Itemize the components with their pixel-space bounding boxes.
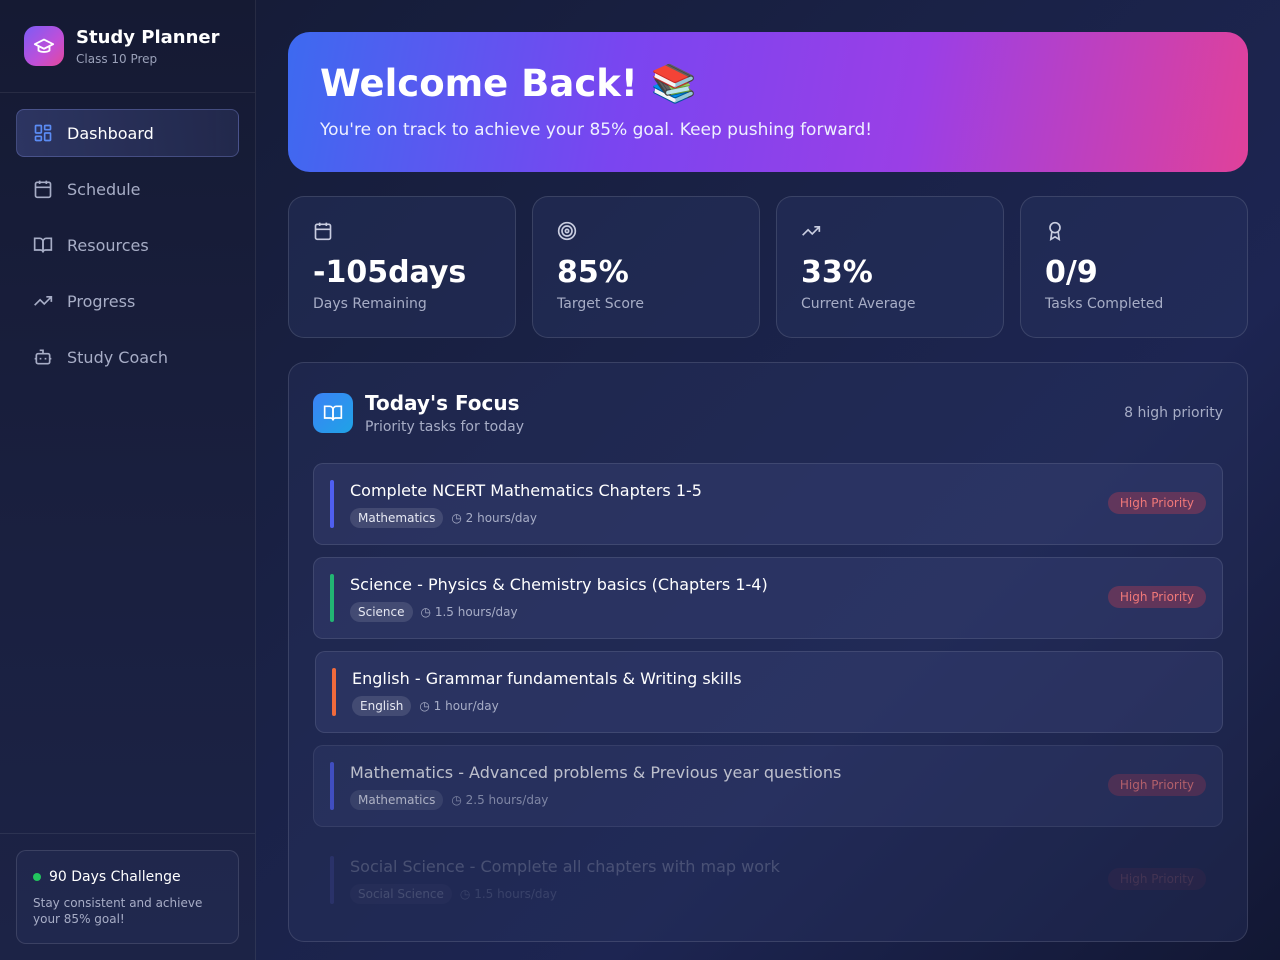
- nav-label: Dashboard: [67, 123, 154, 143]
- stat-label: Tasks Completed: [1045, 296, 1164, 312]
- sidebar-footer: 90 Days Challenge Stay consistent and ac…: [0, 833, 255, 960]
- clock-icon: ◷: [420, 604, 435, 619]
- sidebar: Study Planner Class 10 Prep Dashboard Sc…: [0, 0, 256, 960]
- stat-value: 33%: [801, 255, 873, 290]
- task-time: 1.5 hours/day: [434, 604, 518, 619]
- task-title: Complete NCERT Mathematics Chapters 1-5: [350, 480, 702, 500]
- welcome-banner: Welcome Back! 📚 You're on track to achie…: [288, 32, 1248, 172]
- welcome-subtitle: You're on track to achieve your 85% goal…: [320, 120, 873, 140]
- subject-tag: Social Science: [350, 884, 452, 904]
- sidebar-nav: Dashboard Schedule Resources Progress St…: [0, 93, 255, 405]
- main-content: Welcome Back! 📚 You're on track to achie…: [288, 32, 1248, 942]
- subject-color-bar: [330, 574, 334, 622]
- nav-label: Schedule: [67, 179, 141, 199]
- subject-tag: English: [352, 695, 412, 716]
- nav-label: Progress: [67, 291, 136, 311]
- task-time: 2 hours/day: [465, 510, 537, 525]
- graduation-cap-icon: [24, 26, 64, 66]
- nav-label: Resources: [67, 235, 149, 255]
- priority-count: 8 high priority: [1124, 405, 1223, 421]
- stat-value: 85%: [557, 255, 629, 290]
- award-icon: [1049, 221, 1061, 241]
- task-title: Mathematics - Advanced problems & Previo…: [350, 762, 842, 782]
- stat-target-score: 85% Target Score: [532, 196, 760, 338]
- stat-value: 0/9: [1045, 255, 1098, 290]
- calendar-icon: [314, 222, 332, 241]
- brand: Study Planner Class 10 Prep: [0, 0, 255, 93]
- stat-label: Target Score: [557, 296, 644, 312]
- clock-icon: ◷: [451, 510, 466, 525]
- focus-subtitle: Priority tasks for today: [365, 419, 524, 435]
- nav-label: Study Coach: [67, 347, 168, 367]
- task-time: 2.5 hours/day: [465, 792, 549, 807]
- stat-tasks-completed: 0/9 Tasks Completed: [1020, 196, 1248, 338]
- status-dot: [33, 873, 41, 881]
- task-time: 1.5 hours/day: [474, 886, 557, 901]
- priority-badge: High Priority: [1107, 868, 1206, 890]
- app-subtitle: Class 10 Prep: [76, 51, 158, 66]
- dashboard-icon: [34, 124, 52, 142]
- stat-label: Days Remaining: [313, 296, 427, 312]
- stat-days-remaining: -105days Days Remaining: [288, 196, 516, 338]
- app-title: Study Planner: [76, 26, 220, 48]
- task-item[interactable]: Complete NCERT Mathematics Chapters 1-5 …: [313, 463, 1223, 545]
- todays-focus-card: Today's Focus Priority tasks for today 8…: [288, 362, 1248, 942]
- book-open-icon: [313, 393, 353, 433]
- task-time: 1 hour/day: [433, 698, 499, 713]
- challenge-card: 90 Days Challenge Stay consistent and ac…: [16, 850, 239, 944]
- stats-row: -105days Days Remaining 85% Target Score…: [288, 196, 1248, 338]
- nav-item-progress[interactable]: Progress: [16, 277, 239, 325]
- priority-badge: High Priority: [1107, 774, 1206, 796]
- challenge-title: 90 Days Challenge: [49, 869, 181, 885]
- nav-item-dashboard[interactable]: Dashboard: [16, 109, 239, 157]
- target-icon: [557, 221, 577, 241]
- book-open-icon: [33, 237, 53, 253]
- subject-color-bar: [330, 856, 334, 904]
- subject-tag: Mathematics: [350, 507, 444, 528]
- focus-title: Today's Focus: [365, 391, 520, 415]
- priority-badge: High Priority: [1107, 492, 1206, 514]
- task-title: Social Science - Complete all chapters w…: [350, 856, 780, 876]
- task-item[interactable]: Social Science - Complete all chapters w…: [313, 839, 1223, 921]
- task-item[interactable]: English - Grammar fundamentals & Writing…: [315, 651, 1223, 733]
- bot-icon: [34, 349, 52, 365]
- task-title: English - Grammar fundamentals & Writing…: [352, 668, 742, 688]
- task-title: Science - Physics & Chemistry basics (Ch…: [350, 574, 768, 594]
- trending-up-icon: [34, 296, 53, 306]
- clock-icon: ◷: [419, 698, 434, 713]
- stat-value: -105days: [313, 255, 467, 290]
- subject-color-bar: [330, 480, 334, 528]
- task-item[interactable]: Mathematics - Advanced problems & Previo…: [313, 745, 1223, 827]
- clock-icon: ◷: [459, 886, 475, 901]
- focus-header: Today's Focus Priority tasks for today 8…: [313, 391, 1223, 435]
- task-item[interactable]: Science - Physics & Chemistry basics (Ch…: [313, 557, 1223, 639]
- nav-item-schedule[interactable]: Schedule: [16, 165, 239, 213]
- clock-icon: ◷: [451, 792, 466, 807]
- challenge-desc: Stay consistent and achieve your 85% goa…: [33, 896, 203, 926]
- trending-up-icon: [802, 226, 821, 236]
- welcome-title: Welcome Back! 📚: [320, 62, 697, 105]
- subject-tag: Mathematics: [350, 789, 444, 810]
- task-list: Complete NCERT Mathematics Chapters 1-5 …: [313, 463, 1223, 921]
- subject-tag: Science: [350, 601, 413, 622]
- subject-color-bar: [332, 668, 336, 716]
- nav-item-resources[interactable]: Resources: [16, 221, 239, 269]
- priority-badge: High Priority: [1107, 586, 1206, 608]
- calendar-icon: [34, 180, 52, 199]
- subject-color-bar: [330, 762, 334, 810]
- stat-current-average: 33% Current Average: [776, 196, 1004, 338]
- nav-item-study-coach[interactable]: Study Coach: [16, 333, 239, 381]
- stat-label: Current Average: [801, 296, 916, 312]
